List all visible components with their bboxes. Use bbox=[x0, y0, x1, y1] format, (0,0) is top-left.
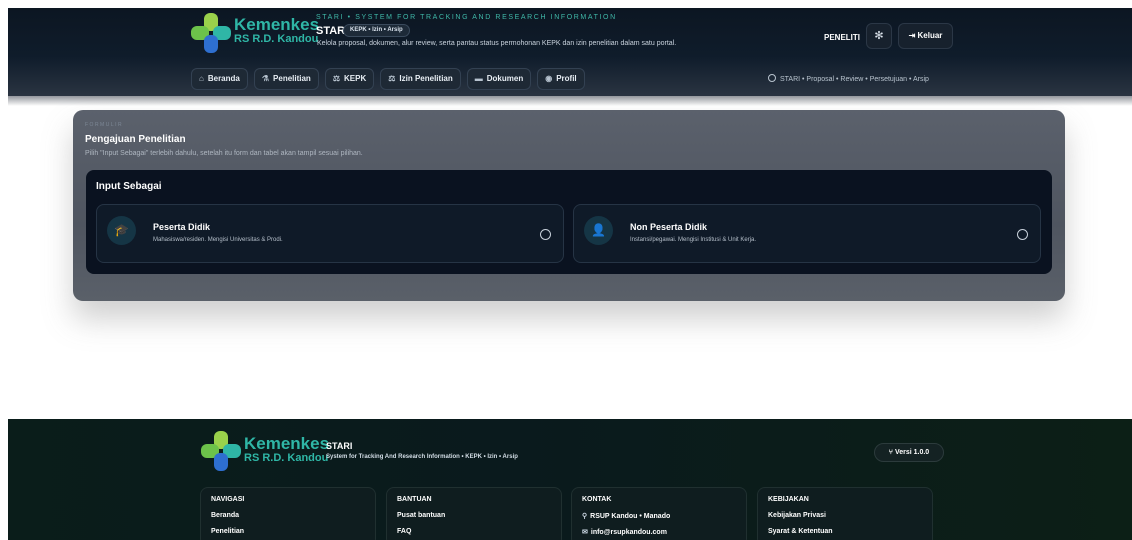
nav-label: Penelitian bbox=[273, 74, 311, 83]
main-nav: ⌂ Beranda ⚗ Penelitian ⚖ KEPK ⚖ Izin Penelit… bbox=[191, 68, 585, 90]
nav-dokumen[interactable]: ▬ Dokumen bbox=[466, 68, 532, 90]
footer-col-bantuan: BANTUAN Pusat bantuan FAQ bbox=[386, 487, 562, 540]
user-icon: 👤 bbox=[584, 216, 613, 245]
page-title: Pengajuan Penelitian bbox=[85, 134, 186, 145]
nav-izin-penelitian[interactable]: ⚖ Izin Penelitian bbox=[380, 68, 461, 90]
option-title: Non Peserta Didik bbox=[630, 222, 708, 232]
footer-contact-location[interactable]: ⚲ RSUP Kandou • Manado bbox=[582, 512, 670, 520]
role-label: PENELITI bbox=[824, 33, 861, 42]
footer-col-heading: KONTAK bbox=[582, 496, 612, 503]
user-circle-icon: ◉ bbox=[545, 74, 553, 83]
footer-col-heading: NAVIGASI bbox=[211, 496, 245, 503]
footer-col-navigasi: NAVIGASI Beranda Penelitian bbox=[200, 487, 376, 540]
top-header: Kemenkes RS R.D. Kandou STARI • SYSTEM F… bbox=[8, 8, 1132, 106]
nav-beranda[interactable]: ⌂ Beranda bbox=[191, 68, 248, 90]
option-non-peserta-didik[interactable]: 👤 Non Peserta Didik Instansi/pegawai. Me… bbox=[573, 204, 1041, 263]
option-description: Instansi/pegawai. Mengisi Institusi & Un… bbox=[630, 237, 757, 243]
logout-button[interactable]: ⇥ Keluar bbox=[898, 23, 953, 49]
nav-penelitian[interactable]: ⚗ Penelitian bbox=[253, 68, 319, 90]
brand-name: Kemenkes bbox=[244, 434, 330, 453]
input-as-card: Input Sebagai 🎓 Peserta Didik Mahasiswa/… bbox=[86, 170, 1052, 274]
version-badge: ⑂ Versi 1.0.0 bbox=[874, 443, 944, 462]
brand-wordmark: Kemenkes RS R.D. Kandou bbox=[234, 16, 319, 45]
folder-icon: ▬ bbox=[474, 74, 483, 83]
nav-label: KEPK bbox=[344, 74, 367, 83]
header-description: Kelola proposal, dokumen, alur review, s… bbox=[317, 40, 677, 47]
brand-subname: RS R.D. Kandou bbox=[234, 33, 319, 45]
footer-link[interactable]: FAQ bbox=[397, 528, 411, 535]
graduation-cap-icon: 🎓 bbox=[107, 216, 136, 245]
footer-col-heading: BANTUAN bbox=[397, 496, 432, 503]
workflow-trail: STARI • Proposal • Review • Persetujuan … bbox=[768, 74, 929, 83]
logout-icon: ⇥ bbox=[908, 31, 916, 40]
header-eyebrow: STARI • SYSTEM FOR TRACKING AND RESEARCH… bbox=[316, 14, 617, 21]
footer-col-heading: KEBIJAKAN bbox=[768, 496, 809, 503]
kemenkes-logo-icon bbox=[201, 431, 241, 471]
footer-brand-wordmark: Kemenkes RS R.D. Kandou bbox=[244, 435, 329, 464]
nav-label: Izin Penelitian bbox=[399, 74, 453, 83]
map-pin-icon: ⚲ bbox=[582, 513, 588, 520]
footer-link[interactable]: Syarat & Ketentuan bbox=[768, 528, 833, 535]
nav-kepk[interactable]: ⚖ KEPK bbox=[324, 68, 375, 90]
gavel-icon: ⚖ bbox=[388, 74, 396, 83]
footer-contact-email[interactable]: ✉ info@rsupkandou.com bbox=[582, 528, 667, 536]
nav-label: Profil bbox=[556, 74, 577, 83]
gear-icon: ✻ bbox=[874, 30, 884, 42]
input-as-title: Input Sebagai bbox=[96, 181, 162, 192]
brand-name: Kemenkes bbox=[234, 15, 320, 34]
brand-subname: RS R.D. Kandou bbox=[244, 452, 329, 464]
option-radio[interactable] bbox=[1017, 229, 1028, 240]
site-footer: Kemenkes RS R.D. Kandou STARI System for… bbox=[8, 419, 1132, 540]
footer-col-kebijakan: KEBIJAKAN Kebijakan Privasi Syarat & Ket… bbox=[757, 487, 933, 540]
footer-link[interactable]: Kebijakan Privasi bbox=[768, 512, 826, 519]
nav-label: Beranda bbox=[207, 74, 240, 83]
trail-text: STARI • Proposal • Review • Persetujuan … bbox=[780, 76, 929, 83]
option-description: Mahasiswa/residen. Mengisi Universitas &… bbox=[153, 237, 283, 243]
nav-label: Dokumen bbox=[486, 74, 524, 83]
scope-chip: KEPK • Izin • Arsip bbox=[343, 24, 410, 37]
footer-app-title: STARI bbox=[326, 441, 353, 451]
nav-profil[interactable]: ◉ Profil bbox=[537, 68, 585, 90]
version-label: Versi 1.0.0 bbox=[894, 449, 930, 456]
contact-text: info@rsupkandou.com bbox=[590, 529, 667, 536]
option-radio[interactable] bbox=[540, 229, 551, 240]
footer-col-kontak: KONTAK ⚲ RSUP Kandou • Manado ✉ info@rsupk… bbox=[571, 487, 747, 540]
panel-eyebrow: FORMULIR bbox=[85, 122, 124, 128]
mail-icon: ✉ bbox=[582, 529, 588, 536]
option-peserta-didik[interactable]: 🎓 Peserta Didik Mahasiswa/residen. Mengi… bbox=[96, 204, 564, 263]
footer-link[interactable]: Pusat bantuan bbox=[397, 512, 445, 519]
settings-button[interactable]: ✻ bbox=[866, 23, 892, 49]
contact-text: RSUP Kandou • Manado bbox=[590, 513, 671, 520]
circle-icon bbox=[768, 74, 776, 82]
home-icon: ⌂ bbox=[199, 74, 204, 83]
option-title: Peserta Didik bbox=[153, 222, 211, 232]
kemenkes-logo-icon[interactable] bbox=[191, 13, 231, 53]
footer-subtitle: System for Tracking And Research Informa… bbox=[326, 454, 518, 460]
footer-link[interactable]: Beranda bbox=[211, 512, 239, 519]
footer-link[interactable]: Penelitian bbox=[211, 528, 244, 535]
flask-icon: ⚗ bbox=[261, 74, 270, 83]
scale-icon: ⚖ bbox=[332, 74, 340, 83]
submission-panel: FORMULIR Pengajuan Penelitian Pilih "Inp… bbox=[73, 110, 1065, 301]
logout-label: Keluar bbox=[917, 31, 943, 40]
page-description: Pilih "Input Sebagai" terlebih dahulu, s… bbox=[85, 150, 363, 157]
